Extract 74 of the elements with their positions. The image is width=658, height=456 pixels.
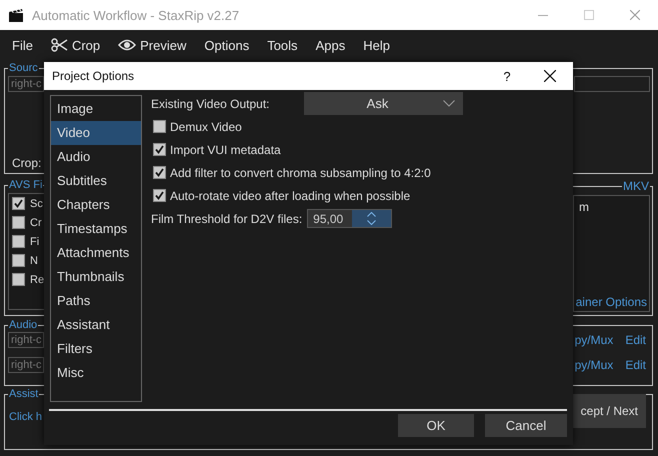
- option-label: Demux Video: [170, 120, 242, 134]
- eye-icon: [118, 39, 136, 51]
- page-item[interactable]: Assistant: [51, 313, 141, 337]
- group-title: Assist: [8, 388, 40, 400]
- menu-item[interactable]: Crop: [42, 30, 110, 60]
- option-label: Auto-rotate video after loading when possible: [170, 188, 410, 202]
- window-title: Automatic Workflow - StaxRip v2.27: [32, 8, 240, 22]
- output-dropdown[interactable]: Ask: [304, 92, 463, 115]
- checkbox[interactable]: [12, 273, 25, 286]
- checkbox[interactable]: [12, 197, 25, 210]
- group-title: AVS Fi: [8, 179, 44, 191]
- input-field[interactable]: right-c: [8, 76, 44, 92]
- checkbox[interactable]: [12, 235, 25, 248]
- chevron-down-icon: [367, 220, 376, 226]
- checkbox[interactable]: [153, 166, 166, 179]
- filter-label: Sc: [30, 198, 43, 210]
- filter-label: Cr: [30, 216, 42, 228]
- checkbox[interactable]: [153, 143, 166, 156]
- page-item[interactable]: Paths: [51, 289, 141, 313]
- group-title: MKV: [622, 179, 650, 193]
- filter-label: Re: [30, 274, 44, 286]
- input-field[interactable]: [574, 76, 650, 92]
- next-button[interactable]: cept / Next: [572, 394, 646, 428]
- crop-label: Crop:: [12, 156, 42, 170]
- menu-item[interactable]: Help: [354, 30, 399, 60]
- page-item[interactable]: Timestamps: [51, 217, 141, 241]
- group-title: Sourc: [8, 62, 39, 74]
- help-button[interactable]: ?: [487, 68, 527, 84]
- close-icon: [544, 70, 556, 82]
- menu-item[interactable]: Tools: [258, 30, 307, 60]
- number-value: 95,00: [313, 212, 344, 226]
- page-item[interactable]: Attachments: [51, 241, 141, 265]
- chevron-up-icon: [367, 212, 376, 217]
- menu-item[interactable]: Options: [195, 30, 258, 60]
- checkbox[interactable]: [153, 120, 166, 133]
- container-options-link[interactable]: ainer Options: [576, 295, 649, 309]
- mux-link[interactable]: py/Mux: [574, 358, 614, 372]
- checkbox[interactable]: [12, 254, 25, 267]
- filter-label: N: [30, 254, 38, 266]
- page-item[interactable]: Chapters: [51, 193, 141, 217]
- input-field[interactable]: right-c: [8, 357, 44, 373]
- menu-item[interactable]: File: [3, 30, 42, 60]
- assistant-link[interactable]: Click h: [9, 411, 42, 423]
- page-item[interactable]: Video: [51, 121, 141, 145]
- close-icon: [630, 10, 640, 20]
- field-label: Film Threshold for D2V files:: [151, 212, 302, 226]
- number-field[interactable]: 95,00: [307, 209, 392, 228]
- menu-item[interactable]: Apps: [306, 30, 354, 60]
- page-item[interactable]: Filters: [51, 337, 141, 361]
- maximize-icon: [584, 10, 594, 20]
- ok-button[interactable]: OK: [398, 414, 474, 437]
- checkbox[interactable]: [12, 216, 25, 229]
- page-item[interactable]: Audio: [51, 145, 141, 169]
- page-item[interactable]: Subtitles: [51, 169, 141, 193]
- menu-item[interactable]: Preview: [109, 30, 196, 60]
- option-label: Import VUI metadata: [170, 142, 281, 156]
- checkbox[interactable]: [153, 189, 166, 202]
- page-item[interactable]: Image: [51, 97, 141, 121]
- page-item[interactable]: Thumbnails: [51, 265, 141, 289]
- dialog-title: Project Options: [52, 69, 136, 83]
- filter-label: Fi: [30, 236, 40, 248]
- list-item[interactable]: m: [574, 200, 649, 214]
- cancel-button[interactable]: Cancel: [485, 414, 567, 437]
- edit-link[interactable]: Edit: [625, 358, 646, 372]
- group-title: Audio: [8, 319, 38, 331]
- edit-link[interactable]: Edit: [625, 333, 646, 347]
- clapperboard-icon: [8, 7, 24, 23]
- mux-link[interactable]: py/Mux: [574, 333, 614, 347]
- option-label: Add filter to convert chroma subsampling to 4:2:0: [170, 166, 431, 180]
- chevron-down-icon: [443, 100, 455, 107]
- input-field[interactable]: right-c: [8, 332, 44, 348]
- page-item[interactable]: Misc: [51, 361, 141, 385]
- scissors-icon: [50, 38, 68, 52]
- field-label: Existing Video Output:: [151, 96, 270, 110]
